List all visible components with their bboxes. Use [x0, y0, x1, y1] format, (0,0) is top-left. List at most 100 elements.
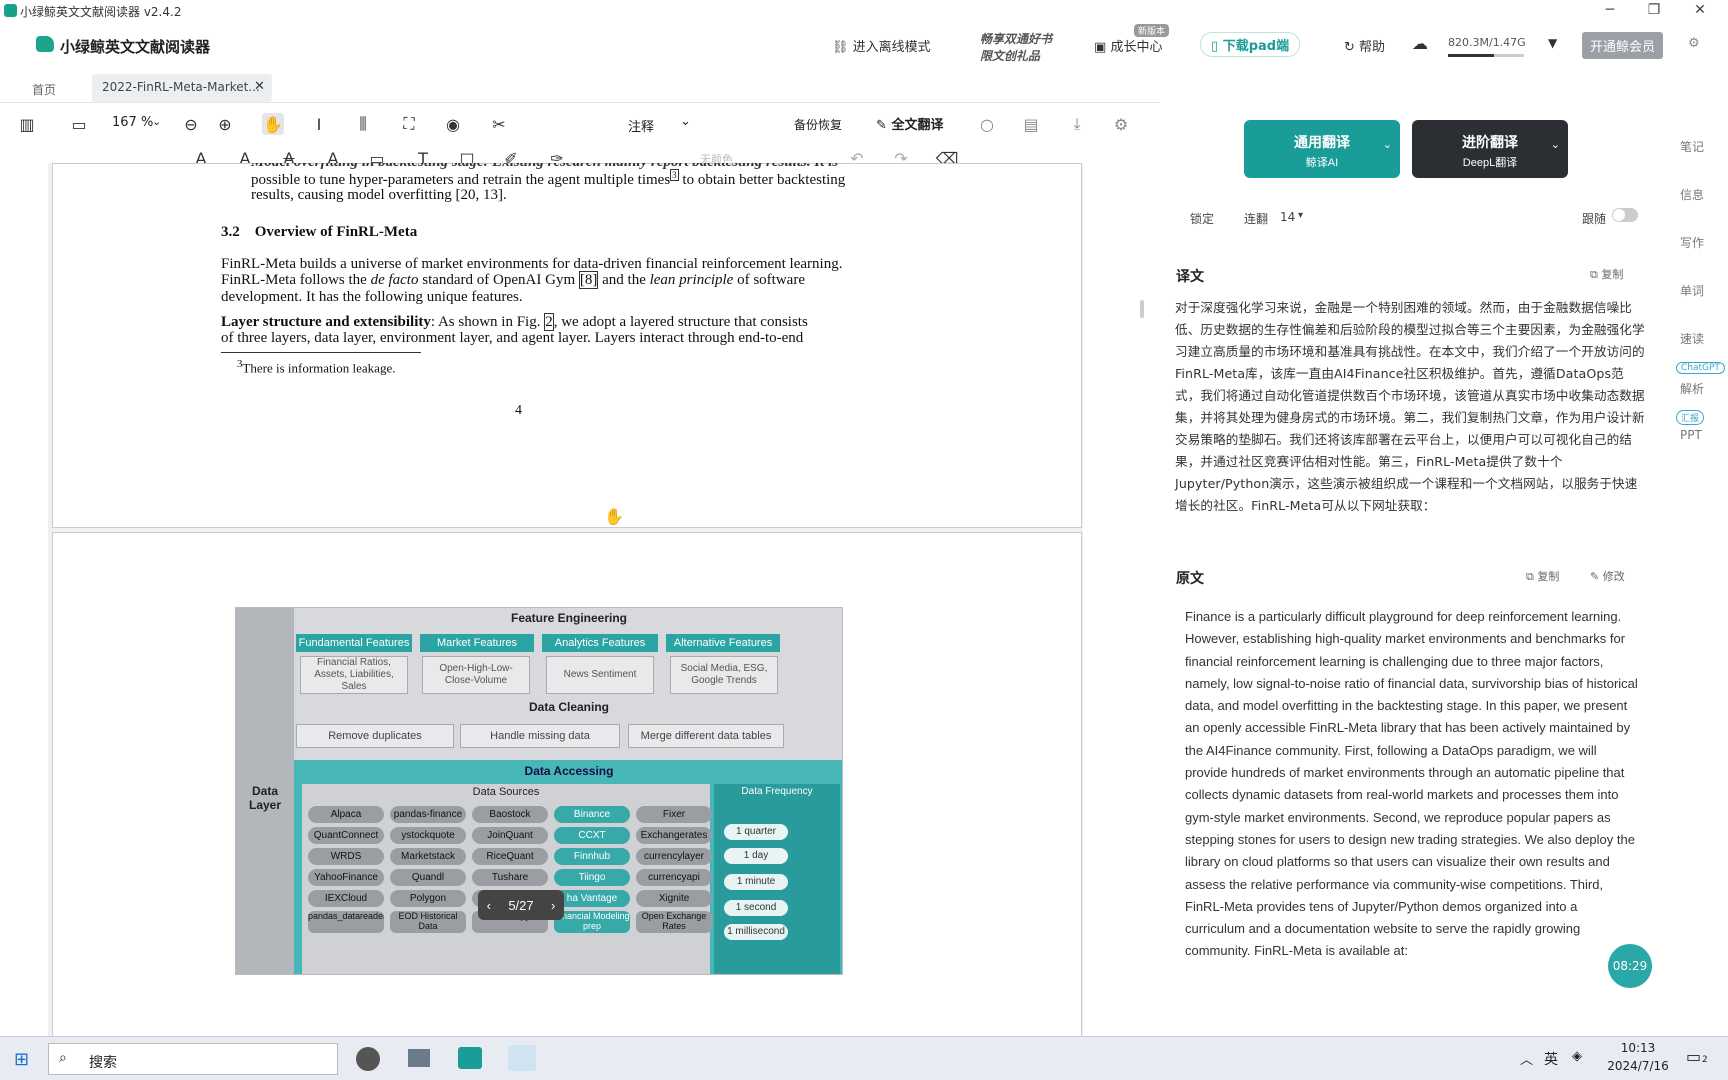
scissors-icon[interactable]: ✂	[488, 113, 510, 135]
font-size-chevron-icon[interactable]: ▾	[1298, 210, 1303, 221]
annotate-menu[interactable]: 注释	[628, 116, 654, 135]
data-source-pill: JoinQuant	[472, 827, 548, 844]
help-button[interactable]: ↻ 帮助	[1344, 36, 1385, 55]
windows-start-icon[interactable]: ⊞	[14, 1049, 29, 1070]
edit-original-button[interactable]: ✎ 修改	[1590, 568, 1625, 584]
download-pad-label: 下载pad端	[1222, 39, 1290, 54]
clock-date[interactable]: 2024/7/16	[1600, 1059, 1676, 1073]
comment-icon[interactable]: ▤	[1020, 113, 1042, 135]
copy-original-button[interactable]: ⧉ 复制	[1526, 568, 1559, 584]
follow-toggle[interactable]	[1612, 208, 1638, 222]
data-source-pill: Xignite	[636, 890, 712, 907]
next-page-icon[interactable]: ›	[551, 898, 555, 913]
continuous-translate-label[interactable]: 连翻	[1244, 210, 1268, 227]
paper-text: FinRL-Meta follows the	[221, 272, 367, 288]
settings-icon[interactable]: ⚙	[1688, 36, 1700, 51]
zoom-out-icon[interactable]: ⊖	[180, 113, 202, 135]
search-icon[interactable]: ○	[976, 113, 998, 135]
dropdown-chevron-icon[interactable]: ⌄	[1551, 138, 1560, 151]
annotate-chevron-icon[interactable]: ⌄	[680, 114, 691, 129]
minimize-button[interactable]: ─	[1600, 2, 1620, 20]
brand-name: 小绿鲸英文文献阅读器	[60, 38, 211, 56]
storage-bar	[1448, 54, 1524, 57]
advanced-translate-button[interactable]: 进阶翻译 DeepL翻译 ⌄	[1412, 120, 1568, 178]
tab-home[interactable]: 首页	[32, 81, 56, 98]
taskbar-app-icon[interactable]	[356, 1047, 380, 1071]
growth-label: 成长中心	[1110, 40, 1163, 55]
sidebar-item[interactable]: 单词	[1680, 282, 1704, 299]
windows-taskbar: ⊞ ⌕ 搜索 ︿ 英 ◈ 10:13 2024/7/16 ▭ 2	[0, 1036, 1728, 1080]
hand-tool-icon[interactable]: ✋	[262, 113, 284, 135]
notification-icon[interactable]: ▭	[1686, 1047, 1701, 1066]
lock-toggle[interactable]: 锁定	[1190, 210, 1214, 227]
taskbar-search-label: 搜索	[89, 1055, 117, 1071]
translation-text: 对于深度强化学习来说，金融是一个特别困难的领域。然而，由于金融数据信噪比低、历史…	[1175, 300, 1645, 513]
data-layer-label: Data Layer	[248, 784, 282, 812]
backup-restore-button[interactable]: 备份恢复	[794, 116, 842, 133]
zoom-select[interactable]: 167 %	[112, 115, 153, 130]
sidebar-item[interactable]: 解析	[1680, 380, 1704, 397]
tray-app-icon[interactable]: ◈	[1572, 1049, 1582, 1064]
ime-indicator[interactable]: 英	[1544, 1049, 1558, 1069]
data-frequency-heading: Data Frequency	[741, 786, 813, 797]
offline-mode-button[interactable]: ⛓ 进入离线模式	[832, 36, 931, 55]
document-viewer[interactable]: Model overfitting in backtesting stage: …	[48, 163, 1083, 1037]
screenshot-icon[interactable]: ⛶	[398, 113, 420, 135]
paper-text: standard of OpenAI Gym	[422, 272, 576, 288]
split-view-icon[interactable]: ⫼	[352, 113, 374, 135]
tray-chevron-icon[interactable]: ︿	[1520, 1049, 1533, 1068]
sidebar-item[interactable]: PPT	[1680, 428, 1702, 442]
footnote-rule	[221, 352, 421, 353]
settings-gear-icon[interactable]: ⚙	[1110, 113, 1132, 135]
footnote-ref[interactable]: 3	[670, 169, 679, 181]
figure-link[interactable]: 2	[544, 313, 554, 331]
copy-translation-button[interactable]: ⧉ 复制	[1590, 266, 1623, 282]
sidebar-toggle-icon[interactable]: ▥	[16, 113, 38, 135]
data-source-pill: RiceQuant	[472, 848, 548, 865]
data-sources-heading: Data Sources	[472, 786, 540, 798]
page-view-icon[interactable]: ▭	[68, 113, 90, 135]
close-window-button[interactable]: ✕	[1690, 2, 1710, 20]
copy-label: 复制	[1601, 268, 1624, 281]
full-translate-button[interactable]: ✎ 全文翻译	[876, 114, 943, 133]
taskbar-app-icon[interactable]	[408, 1049, 430, 1067]
prev-page-icon[interactable]: ‹	[487, 898, 491, 913]
splitter-handle[interactable]	[1140, 300, 1144, 318]
promo-banner[interactable]: 畅享双通好书 限文创礼品	[980, 30, 1052, 64]
sidebar-item[interactable]: 写作	[1680, 234, 1704, 251]
shield-icon[interactable]: ▼	[1548, 36, 1557, 50]
cloud-icon[interactable]: ☁	[1412, 34, 1428, 53]
data-source-pill: Fixer	[636, 806, 712, 823]
reading-timer[interactable]: 08:29	[1608, 944, 1652, 988]
sidebar-item[interactable]: 速读	[1680, 330, 1704, 347]
pdf-page-5: Data Layer Feature Engineering Fundament…	[52, 532, 1082, 1037]
clock-time[interactable]: 10:13	[1606, 1041, 1670, 1055]
growth-center-button[interactable]: ▣ 成长中心	[1094, 36, 1162, 55]
eye-protect-icon[interactable]: ◉	[442, 113, 464, 135]
download-pad-button[interactable]: ▯ 下载pad端	[1200, 32, 1301, 57]
sidebar-item[interactable]: 汇报	[1676, 410, 1705, 425]
dropdown-chevron-icon[interactable]: ⌄	[1383, 138, 1392, 151]
taskbar-search[interactable]: ⌕ 搜索	[48, 1043, 338, 1075]
feature-box: Fundamental Features	[296, 634, 412, 652]
storage-usage: 820.3M/1.47G	[1448, 36, 1526, 49]
citation-link[interactable]: [20, 13].	[456, 187, 507, 203]
text-select-icon[interactable]: I	[308, 113, 330, 135]
general-translate-button[interactable]: 通用翻译 鲸译AI ⌄	[1244, 120, 1400, 178]
taskbar-whale-icon[interactable]	[508, 1045, 536, 1071]
cleaning-box: Remove duplicates	[296, 724, 454, 748]
sidebar-item[interactable]: 笔记	[1680, 138, 1704, 155]
zoom-chevron-icon[interactable]: ⌄	[152, 115, 161, 128]
open-vip-button[interactable]: 开通鲸会员	[1582, 32, 1664, 59]
tab-document[interactable]: 2022-FinRL-Meta-Market... ✕	[92, 74, 272, 102]
zoom-in-icon[interactable]: ⊕	[214, 113, 236, 135]
download-icon[interactable]: ⤓	[1066, 113, 1088, 135]
sidebar-item[interactable]: 信息	[1680, 186, 1704, 203]
tab-close-icon[interactable]: ✕	[254, 79, 265, 94]
maximize-button[interactable]: ❐	[1644, 2, 1664, 20]
citation-link[interactable]: [8]	[578, 271, 599, 289]
data-source-pill: CCXT	[554, 827, 630, 844]
font-size-select[interactable]: 14	[1280, 210, 1295, 224]
sidebar-item[interactable]: ChatGPT	[1676, 362, 1725, 374]
taskbar-app-icon[interactable]	[458, 1047, 482, 1069]
